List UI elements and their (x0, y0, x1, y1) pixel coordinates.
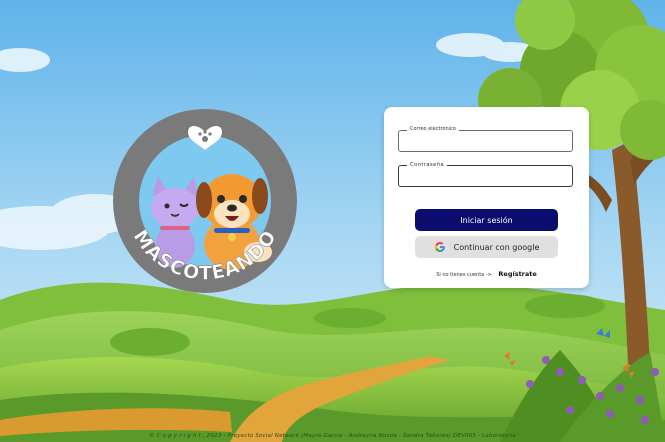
register-link[interactable]: Regístrate (498, 270, 536, 278)
register-row: Si no tienes cuenta -> Regístrate (384, 270, 589, 278)
email-field[interactable]: Correo electrónico (398, 126, 573, 152)
password-field[interactable]: Contraseña (398, 162, 573, 187)
email-input[interactable] (399, 131, 572, 151)
login-button-label: Iniciar sesión (460, 215, 513, 225)
login-card: Correo electrónico Contraseña Iniciar se… (384, 107, 589, 288)
google-login-button[interactable]: Continuar con google (415, 236, 558, 258)
google-icon (434, 242, 445, 252)
register-prompt: Si no tienes cuenta -> (436, 272, 492, 278)
google-button-label: Continuar con google (453, 242, 540, 252)
mascoteando-logo: MASCOTEANDO (108, 104, 302, 298)
login-button[interactable]: Iniciar sesión (415, 209, 558, 231)
footer-copyright: © C o p y r i g h t , 2023 - Proyecto So… (149, 433, 516, 439)
password-input[interactable] (399, 166, 572, 186)
